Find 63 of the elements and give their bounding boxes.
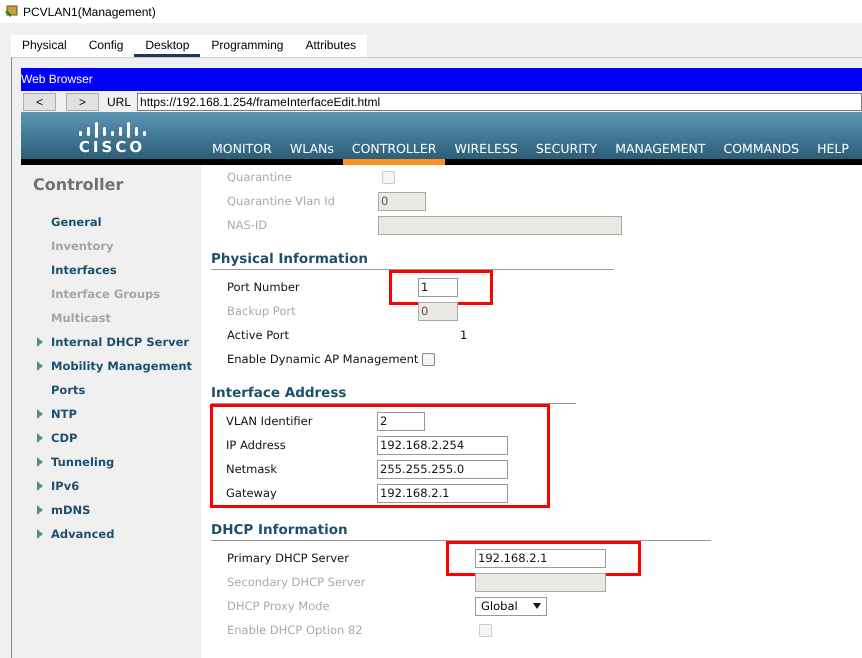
sidebar-item[interactable]: Tunneling (51, 455, 114, 469)
field-label: Backup Port (227, 304, 297, 318)
forward-button[interactable]: > (66, 92, 99, 110)
nav-menu-item[interactable]: COMMANDS (714, 141, 808, 165)
sidebar-item[interactable]: IPv6 (51, 479, 80, 493)
field-label: IP Address (226, 438, 287, 452)
text-field[interactable]: 1 (418, 278, 458, 296)
browser-title-bar: Web Browser (21, 68, 862, 91)
field-label: Primary DHCP Server (227, 551, 350, 565)
url-field[interactable]: https://192.168.1.254/frameInterfaceEdit.html (137, 92, 862, 110)
nav-menu-item[interactable]: MANAGEMENT (606, 141, 714, 165)
sidebar-item[interactable]: Advanced (51, 527, 114, 541)
url-label: URL (107, 94, 132, 108)
expand-arrow-icon[interactable] (37, 361, 43, 371)
sidebar-item[interactable]: CDP (51, 431, 78, 445)
sidebar-item[interactable]: Ports (51, 383, 86, 397)
expand-arrow-icon[interactable] (37, 505, 43, 515)
field-label: Active Port (227, 328, 290, 342)
field-label: Gateway (226, 486, 278, 500)
text-field[interactable]: 2 (377, 412, 425, 430)
expand-arrow-icon[interactable] (37, 457, 43, 467)
field-value: 1 (459, 328, 468, 342)
expand-arrow-icon[interactable] (37, 529, 43, 539)
text-field[interactable]: 255.255.255.0 (377, 460, 508, 478)
nav-menu-item[interactable]: WIRELESS (445, 141, 527, 165)
expand-arrow-icon[interactable] (37, 481, 43, 491)
back-button[interactable]: < (23, 92, 56, 110)
field-label: Quarantine Vlan Id (227, 194, 336, 208)
logo-text: CISCO (78, 138, 146, 156)
window-title: PCVLAN1(Management) (23, 4, 156, 18)
sidebar-item[interactable]: Internal DHCP Server (51, 335, 190, 349)
sidebar-item[interactable]: Mobility Management (51, 359, 192, 373)
text-field[interactable]: 192.168.2.1 (377, 484, 508, 502)
sidebar-title: Controller (32, 175, 124, 194)
nav-menu-item[interactable]: HELP (808, 141, 858, 165)
field-label: VLAN Identifier (226, 414, 314, 428)
field-label: Secondary DHCP Server (227, 575, 366, 589)
field-label: Netmask (226, 462, 278, 476)
section-heading: Interface Address (211, 384, 348, 403)
field-label: Enable Dynamic AP Management (227, 352, 418, 366)
checkbox[interactable] (422, 352, 436, 366)
logo-bars-icon (78, 122, 146, 138)
expand-arrow-icon[interactable] (37, 337, 43, 347)
section-heading: DHCP Information (211, 521, 349, 540)
sidebar-item[interactable]: Interfaces (51, 263, 117, 277)
nav-menu-item[interactable]: SECURITY (526, 141, 606, 165)
sidebar-item[interactable]: General (51, 215, 102, 229)
field-label: Port Number (227, 280, 301, 294)
sidebar-item[interactable]: NTP (51, 407, 77, 421)
section-heading: Physical Information (211, 250, 369, 269)
caret-icon (533, 603, 541, 609)
field-label: DHCP Proxy Mode (227, 599, 331, 613)
sidebar-item[interactable]: mDNS (51, 503, 90, 517)
expand-arrow-icon[interactable] (37, 409, 43, 419)
app-icon (4, 4, 18, 18)
nav-menu-item[interactable]: WLANs (280, 141, 343, 165)
text-field[interactable]: 192.168.2.254 (377, 436, 508, 454)
text-field[interactable]: 192.168.2.1 (475, 548, 606, 568)
field-label: Enable DHCP Option 82 (227, 623, 364, 637)
field-label: NAS-ID (227, 218, 268, 232)
nav-menu-item[interactable]: MONITOR (203, 141, 281, 165)
expand-arrow-icon[interactable] (37, 433, 43, 443)
field-label: Quarantine (227, 170, 293, 184)
